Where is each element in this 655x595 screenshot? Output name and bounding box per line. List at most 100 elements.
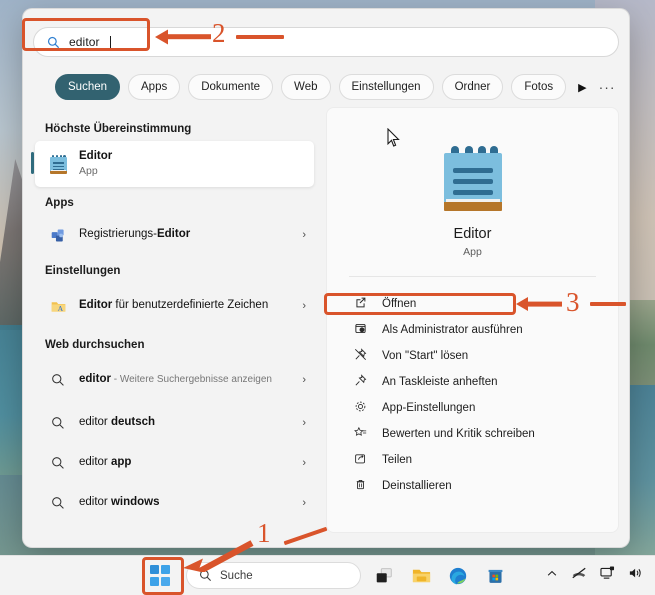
search-icon [47,412,69,434]
shield-run-icon [353,322,368,338]
app-actions-list: Öffnen Als Administrator ausführen Von "… [327,277,618,499]
gear-icon [353,400,368,416]
system-tray [546,566,643,585]
tab-einstellungen[interactable]: Einstellungen [338,74,434,100]
result-item-registry-editor[interactable]: Registrierungs-Editor › [35,215,314,255]
tab-label: Fotos [524,81,554,93]
action-app-einstellungen[interactable]: App-Einstellungen [335,395,610,421]
result-title-match: windows [110,496,160,509]
search-input[interactable]: editor [33,27,619,57]
tab-ordner[interactable]: Ordner [441,74,504,100]
search-icon [47,36,60,48]
notepad-icon [47,153,69,175]
action-oeffnen[interactable]: Öffnen [335,291,610,317]
search-icon [47,452,69,474]
tab-label: Suchen [68,81,108,93]
action-label: Deinstallieren [382,480,452,492]
result-item-web-app[interactable]: editor app › [35,443,314,483]
preview-app-name: Editor [453,226,492,242]
action-label: Von "Start" lösen [382,350,469,362]
taskbar-search-box[interactable]: Suche [186,562,361,589]
search-icon [200,570,211,581]
chevron-right-icon[interactable]: › [296,374,306,386]
pin-icon [353,374,368,390]
windows-logo-icon [149,565,171,586]
start-search-flyout: editor Suchen Apps Dokumente Web Einstel… [22,8,630,548]
character-map-icon: A [47,295,69,317]
action-label: An Taskleiste anheften [382,376,498,388]
tab-label: Ordner [454,81,491,93]
filter-chip-row: Suchen Apps Dokumente Web Einstellungen … [55,74,615,100]
trash-icon [353,478,368,494]
action-an-taskleiste-anheften[interactable]: An Taskleiste anheften [335,369,610,395]
group-title-web: Web durchsuchen [45,339,145,351]
volume-icon[interactable] [628,566,643,585]
chevron-right-icon[interactable]: › [296,417,306,429]
tab-label: Apps [141,81,168,93]
action-label: Bewerten und Kritik schreiben [382,428,535,440]
search-icon [47,369,69,391]
tab-dokumente[interactable]: Dokumente [188,74,274,100]
open-external-icon [353,296,368,312]
network-disconnected-icon[interactable] [571,566,587,585]
star-review-icon [353,426,368,442]
chevron-right-icon[interactable]: › [296,229,306,241]
result-title: Editor [79,150,113,163]
tab-suchen[interactable]: Suchen [55,74,121,100]
action-teilen[interactable]: Teilen [335,447,610,473]
action-von-start-loesen[interactable]: Von "Start" lösen [335,343,610,369]
action-label: Teilen [382,454,413,466]
search-icon [47,492,69,514]
result-title: - Weitere Suchergebnisse anzeigen [110,374,272,386]
result-item-character-map[interactable]: A Editor für benutzerdefinierte Zeichen … [35,283,314,329]
action-deinstallieren[interactable]: Deinstallieren [335,473,610,499]
tab-web[interactable]: Web [281,74,331,100]
chevron-right-icon[interactable]: › [296,497,306,509]
tab-fotos[interactable]: Fotos [511,74,567,100]
chevron-right-icon[interactable]: › [296,457,306,469]
task-view-icon[interactable] [370,562,398,590]
result-title-match: deutsch [110,416,156,429]
result-item-web-more[interactable]: editor - Weitere Suchergebnisse anzeigen… [35,357,314,403]
result-title: editor [79,496,111,509]
desktop-root: abfall editor Suchen Apps Dokumente Web … [0,0,655,595]
file-explorer-icon[interactable] [407,562,435,590]
taskbar: Suche [0,555,655,595]
result-item-web-deutsch[interactable]: editor deutsch › [35,403,314,443]
notepad-icon [443,144,502,212]
tabs-next-arrow-icon[interactable]: ▶ [574,81,590,94]
more-options-icon[interactable]: ··· [599,79,622,95]
svg-text:A: A [57,303,63,312]
search-input-value: editor [69,35,100,49]
result-title-match: Editor [156,228,191,241]
group-title-best-match: Höchste Übereinstimmung [45,123,192,135]
tab-label: Dokumente [201,81,261,93]
search-bar-container: editor [33,27,619,57]
chevron-up-icon[interactable] [546,567,558,585]
preview-app-kind: App [463,246,482,258]
microsoft-store-icon[interactable] [481,562,509,590]
result-item-web-windows[interactable]: editor windows › [35,483,314,523]
result-title-match: Editor [79,299,113,312]
action-label: App-Einstellungen [382,402,476,414]
results-list: Höchste Übereinstimmung Editor App Apps … [23,107,326,547]
chevron-right-icon[interactable]: › [296,300,306,312]
action-bewerten-und-kritik-schreiben[interactable]: Bewerten und Kritik schreiben [335,421,610,447]
result-item-editor[interactable]: Editor App [31,141,314,187]
flyout-panes: Höchste Übereinstimmung Editor App Apps … [23,107,629,547]
result-title: Registrierungs- [79,228,157,241]
text-caret [109,35,111,49]
edge-icon[interactable] [444,562,472,590]
group-title-apps: Apps [45,197,74,209]
tab-apps[interactable]: Apps [128,74,181,100]
tab-label: Web [294,81,318,93]
app-preview-pane: Editor App Öffnen Als Administrator ausf… [326,107,619,533]
result-title-match: editor [79,373,111,386]
remote-desktop-icon[interactable] [600,566,615,585]
start-button[interactable] [143,562,177,590]
result-title: editor [79,416,111,429]
taskbar-center-group: Suche [143,562,509,590]
action-label: Als Administrator ausführen [382,324,523,336]
result-title-match: app [110,456,132,469]
action-als-administrator-ausfuehren[interactable]: Als Administrator ausführen [335,317,610,343]
